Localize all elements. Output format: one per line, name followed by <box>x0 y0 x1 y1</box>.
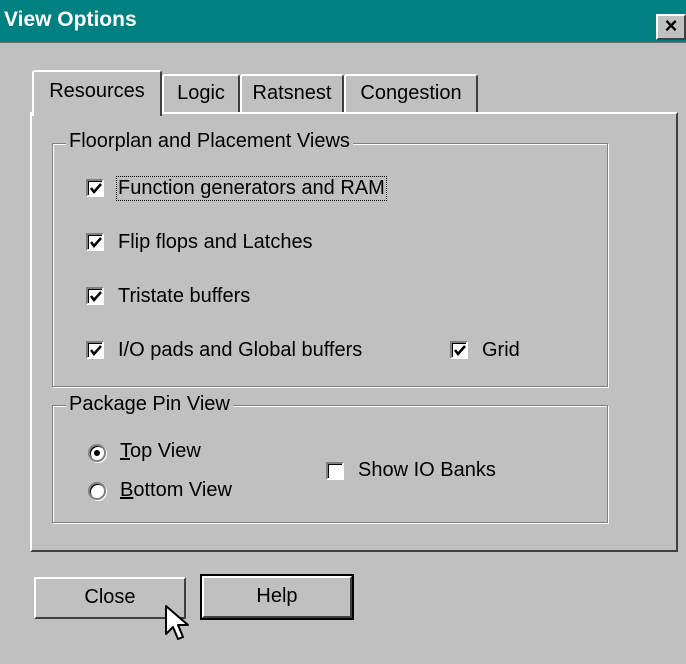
flip-flops-checkbox[interactable] <box>86 233 104 251</box>
tristate-buffers-label[interactable]: Tristate buffers <box>118 285 250 308</box>
tab-congestion[interactable]: Congestion <box>344 74 478 112</box>
tab-logic[interactable]: Logic <box>162 74 240 112</box>
function-generators-checkbox[interactable] <box>86 179 104 197</box>
window-title: View Options <box>4 8 137 31</box>
tab-label: Congestion <box>360 82 462 104</box>
io-pads-label[interactable]: I/O pads and Global buffers <box>118 339 362 362</box>
checkmark-icon <box>454 345 466 356</box>
close-icon: × <box>664 13 678 38</box>
tab-resources[interactable]: Resources <box>32 70 162 116</box>
tab-label: Logic <box>177 82 225 104</box>
flip-flops-label[interactable]: Flip flops and Latches <box>118 231 313 254</box>
tristate-buffers-checkbox[interactable] <box>86 287 104 305</box>
tab-ratsnest[interactable]: Ratsnest <box>240 74 344 112</box>
grid-checkbox[interactable] <box>450 341 468 359</box>
tab-label: Resources <box>49 80 145 102</box>
checkmark-icon <box>90 183 102 194</box>
title-bar: View Options × <box>0 0 686 43</box>
bottom-view-radio[interactable] <box>88 482 106 500</box>
checkmark-icon <box>90 237 102 248</box>
bottom-view-label[interactable]: Bottom View <box>120 479 232 502</box>
floorplan-legend: Floorplan and Placement Views <box>66 130 353 153</box>
checkmark-icon <box>90 345 102 356</box>
checkmark-icon <box>90 291 102 302</box>
close-window-button[interactable]: × <box>656 14 686 40</box>
help-button[interactable]: Help <box>200 574 354 620</box>
show-io-banks-checkbox[interactable] <box>326 462 344 480</box>
show-io-banks-label[interactable]: Show IO Banks <box>358 459 496 482</box>
top-view-radio[interactable] <box>88 444 106 462</box>
tab-label: Ratsnest <box>252 82 332 104</box>
package-legend: Package Pin View <box>66 393 233 416</box>
grid-label[interactable]: Grid <box>482 339 520 362</box>
top-view-label[interactable]: Top View <box>120 440 201 463</box>
function-generators-label[interactable]: Function generators and RAM <box>116 176 387 201</box>
radio-dot-icon <box>94 450 100 456</box>
io-pads-checkbox[interactable] <box>86 341 104 359</box>
arrow-cursor-icon <box>165 605 189 640</box>
